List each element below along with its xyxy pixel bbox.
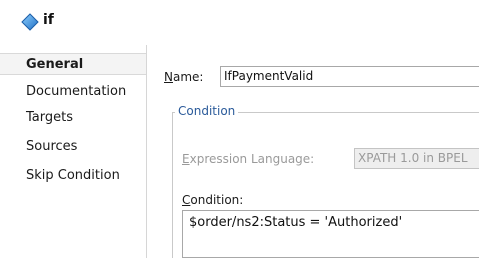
sidebar-item-label: Documentation (26, 84, 127, 99)
sidebar-item-label: Sources (26, 139, 78, 154)
sidebar-item-documentation[interactable]: Documentation (0, 81, 146, 103)
editor-header: if (0, 0, 479, 45)
expression-language-label: Expression Language: (182, 152, 315, 166)
sidebar-item-targets[interactable]: Targets (0, 107, 146, 129)
condition-group-title: Condition (175, 104, 239, 118)
sidebar-item-label: Skip Condition (26, 168, 120, 183)
sidebar-item-label: General (26, 57, 84, 72)
name-field[interactable]: IfPaymentValid (220, 66, 479, 87)
name-field-value: IfPaymentValid (224, 69, 314, 83)
sidebar-item-label: Targets (26, 110, 73, 125)
condition-label: Condition: (182, 193, 244, 207)
diamond-activity-icon (21, 13, 39, 31)
sidebar-nav: General Documentation Targets Sources Sk… (0, 45, 146, 258)
condition-expression-editor[interactable]: $order/ns2:Status = 'Authorized' (182, 210, 479, 258)
expression-language-select[interactable]: XPATH 1.0 in BPEL (354, 148, 479, 169)
condition-expression-text: $order/ns2:Status = 'Authorized' (189, 215, 403, 230)
editor-title: if (43, 12, 54, 28)
sidebar-item-sources[interactable]: Sources (0, 136, 146, 158)
expression-language-value: XPATH 1.0 in BPEL (358, 151, 468, 165)
name-label: Name: (164, 70, 204, 84)
condition-group-left-border (172, 112, 173, 258)
sidebar-item-skip-condition[interactable]: Skip Condition (0, 165, 146, 187)
sidebar-divider (146, 45, 147, 258)
sidebar-item-general[interactable]: General (0, 53, 146, 75)
